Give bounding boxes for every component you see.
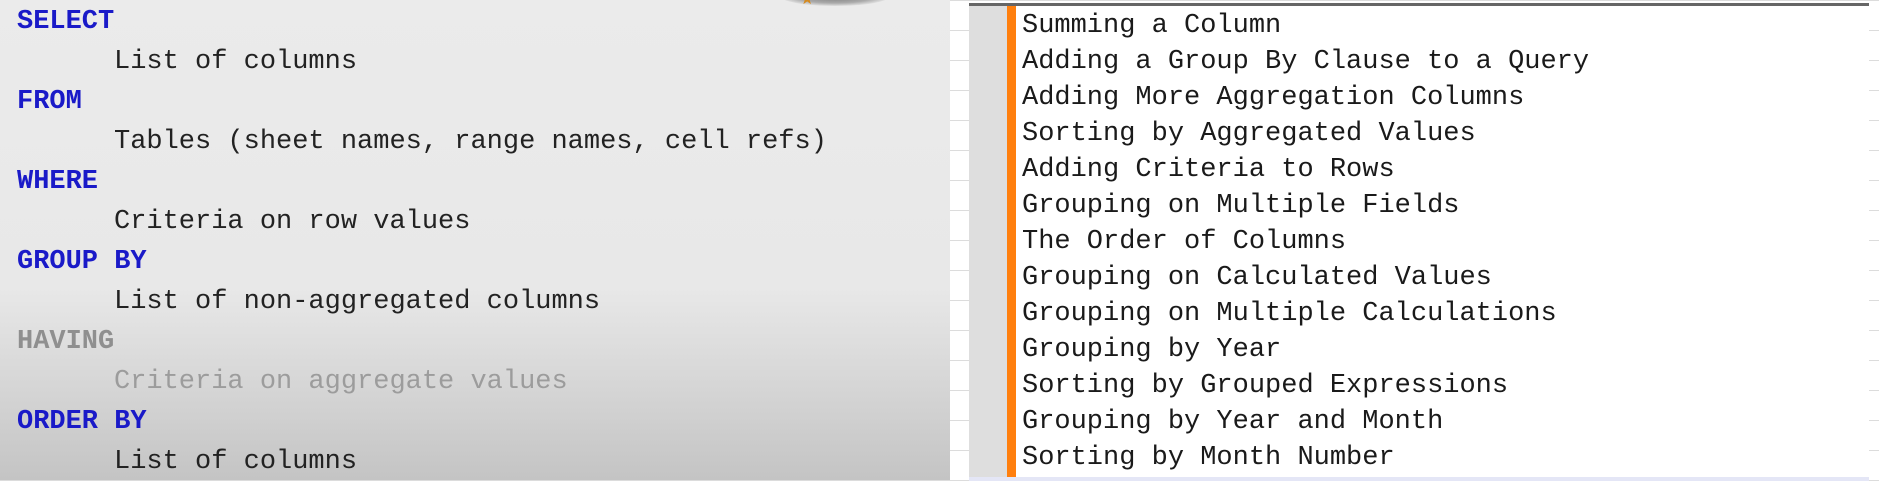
topic-list-item[interactable]: Adding Criteria to Rows [1022, 152, 1395, 188]
topic-list-item[interactable]: Grouping on Calculated Values [1022, 260, 1492, 296]
topic-list-item[interactable]: Grouping by Year [1022, 332, 1281, 368]
row-gutter [969, 6, 1007, 478]
topic-list-item[interactable]: Sorting by Grouped Expressions [1022, 368, 1508, 404]
sql-clause-description: List of columns [114, 47, 358, 77]
sql-clause-description: Criteria on aggregate values [114, 367, 568, 397]
sql-syntax-panel: ★ SELECT List of columns FROM Tables (sheet… [0, 0, 950, 480]
sql-keyword: FROM [17, 87, 82, 117]
topic-list-item[interactable]: Grouping on Multiple Calculations [1022, 296, 1557, 332]
topic-list-item[interactable]: Sorting by Aggregated Values [1022, 116, 1476, 152]
topic-list-item[interactable]: Adding a Group By Clause to a Query [1022, 44, 1589, 80]
sql-keyword: SELECT [17, 7, 115, 37]
sql-clause-description: Criteria on row values [114, 207, 471, 237]
topics-list-panel: Summing a Column Adding a Group By Clause… [969, 3, 1869, 481]
selection-strip [969, 477, 1869, 481]
accent-bar [1007, 6, 1016, 478]
topic-list-item[interactable]: Sorting by Month Number [1022, 440, 1395, 476]
sql-keyword: HAVING [17, 327, 115, 357]
sql-keyword: ORDER BY [17, 407, 147, 437]
sql-clause-description: List of columns [114, 447, 358, 477]
topic-list-item[interactable]: Grouping on Multiple Fields [1022, 188, 1459, 224]
topic-list-item[interactable]: Summing a Column [1022, 8, 1281, 44]
topic-list-item[interactable]: The Order of Columns [1022, 224, 1346, 260]
decorative-ornament-icon: ★ [780, 0, 890, 8]
sql-keyword: WHERE [17, 167, 99, 197]
topic-list-item[interactable]: Adding More Aggregation Columns [1022, 80, 1524, 116]
topic-list-item[interactable]: Grouping by Year and Month [1022, 404, 1443, 440]
sql-clause-description: List of non-aggregated columns [114, 287, 601, 317]
sql-keyword: GROUP BY [17, 247, 147, 277]
sql-clause-description: Tables (sheet names, range names, cell r… [114, 127, 827, 157]
